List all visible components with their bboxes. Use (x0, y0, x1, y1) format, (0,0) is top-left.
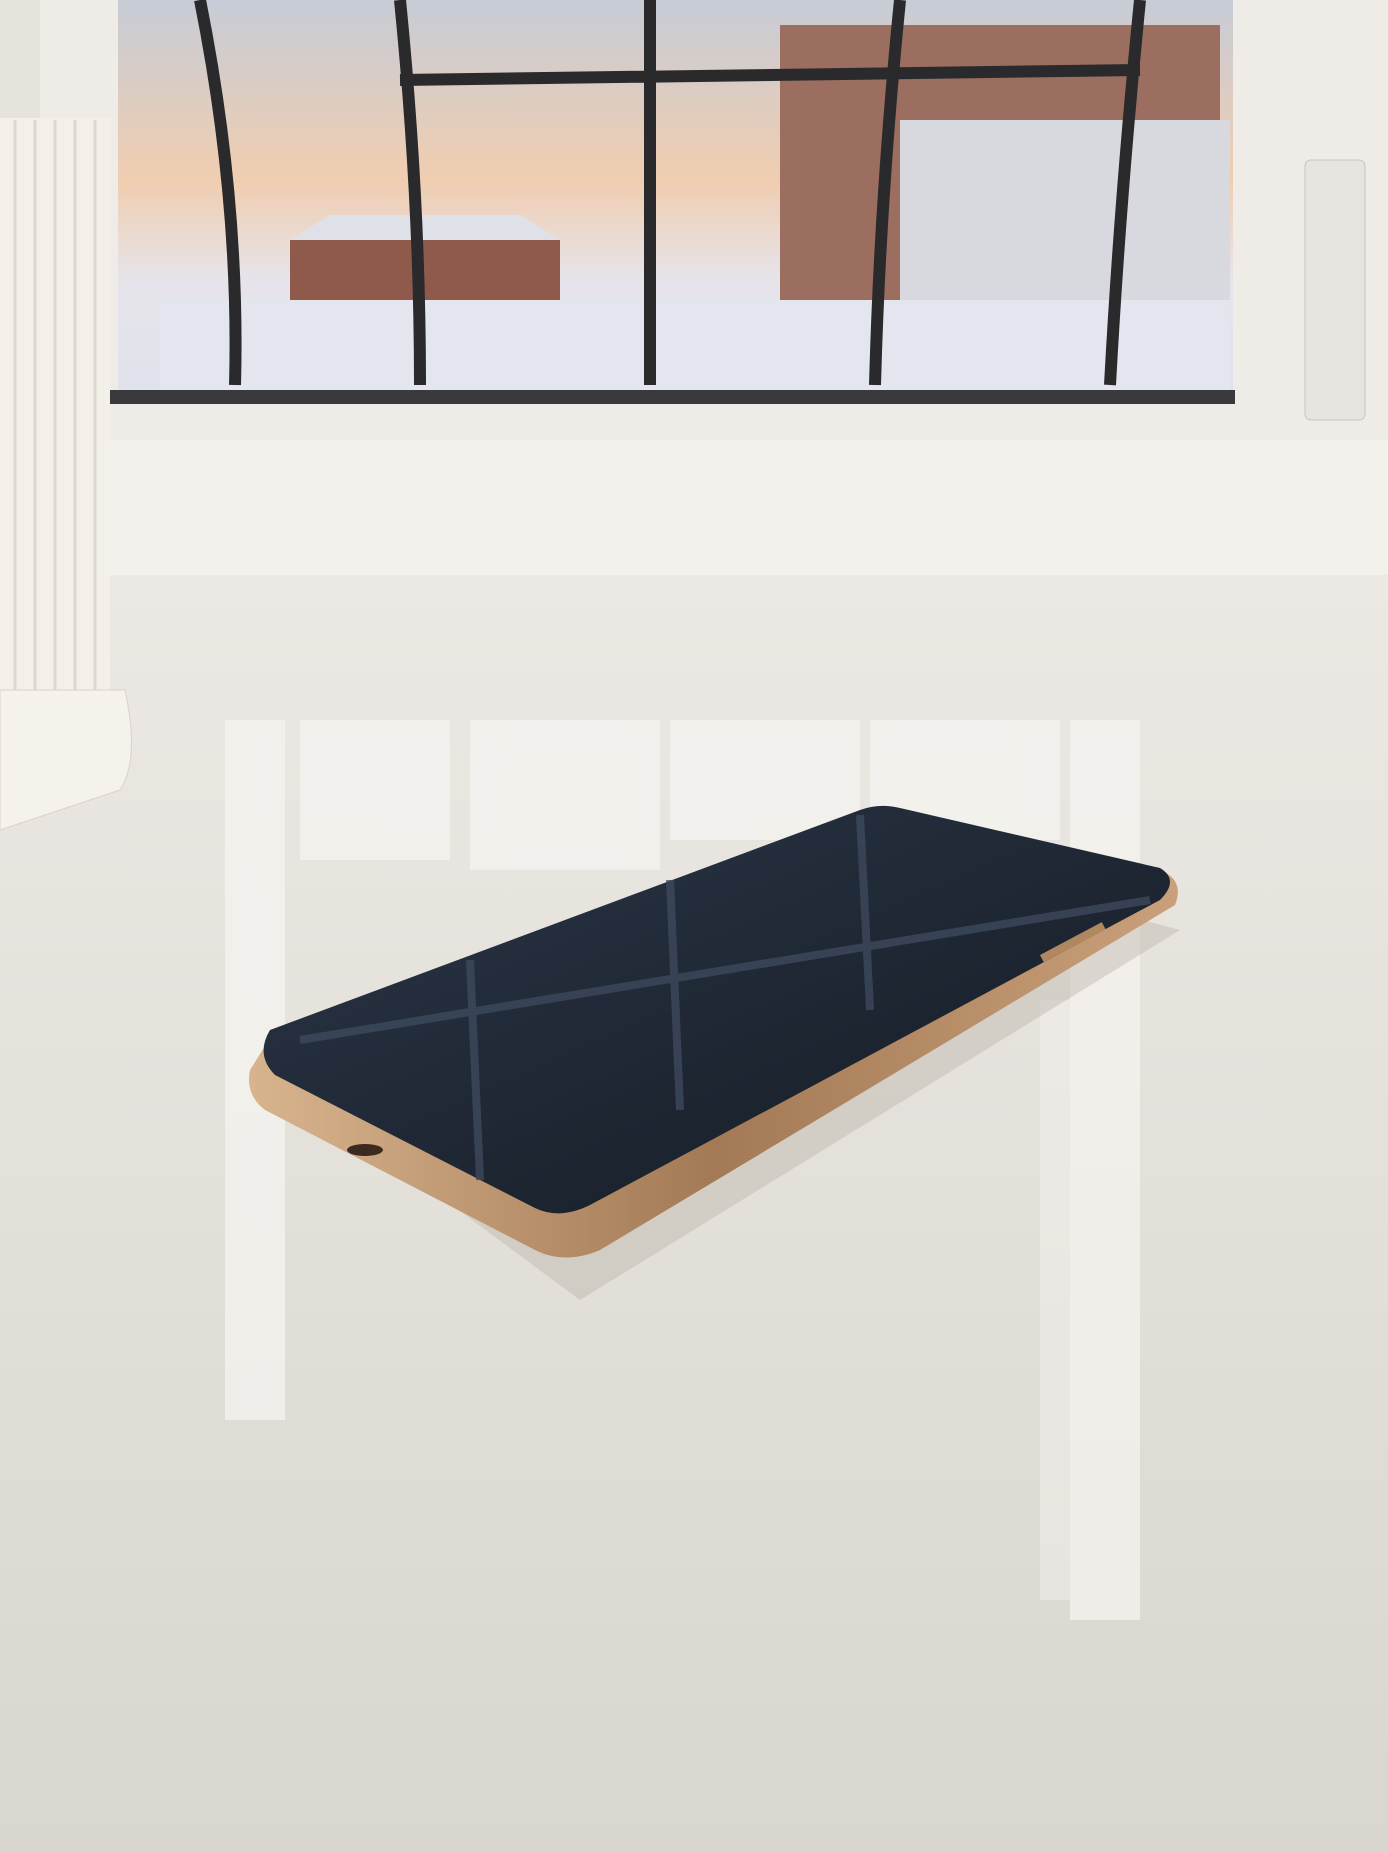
photo-scene (0, 0, 1388, 1852)
charging-port (347, 1144, 383, 1156)
window-handle (1304, 159, 1366, 421)
window-sill-edge (95, 440, 1388, 575)
window-bottom-rail (95, 390, 1235, 404)
